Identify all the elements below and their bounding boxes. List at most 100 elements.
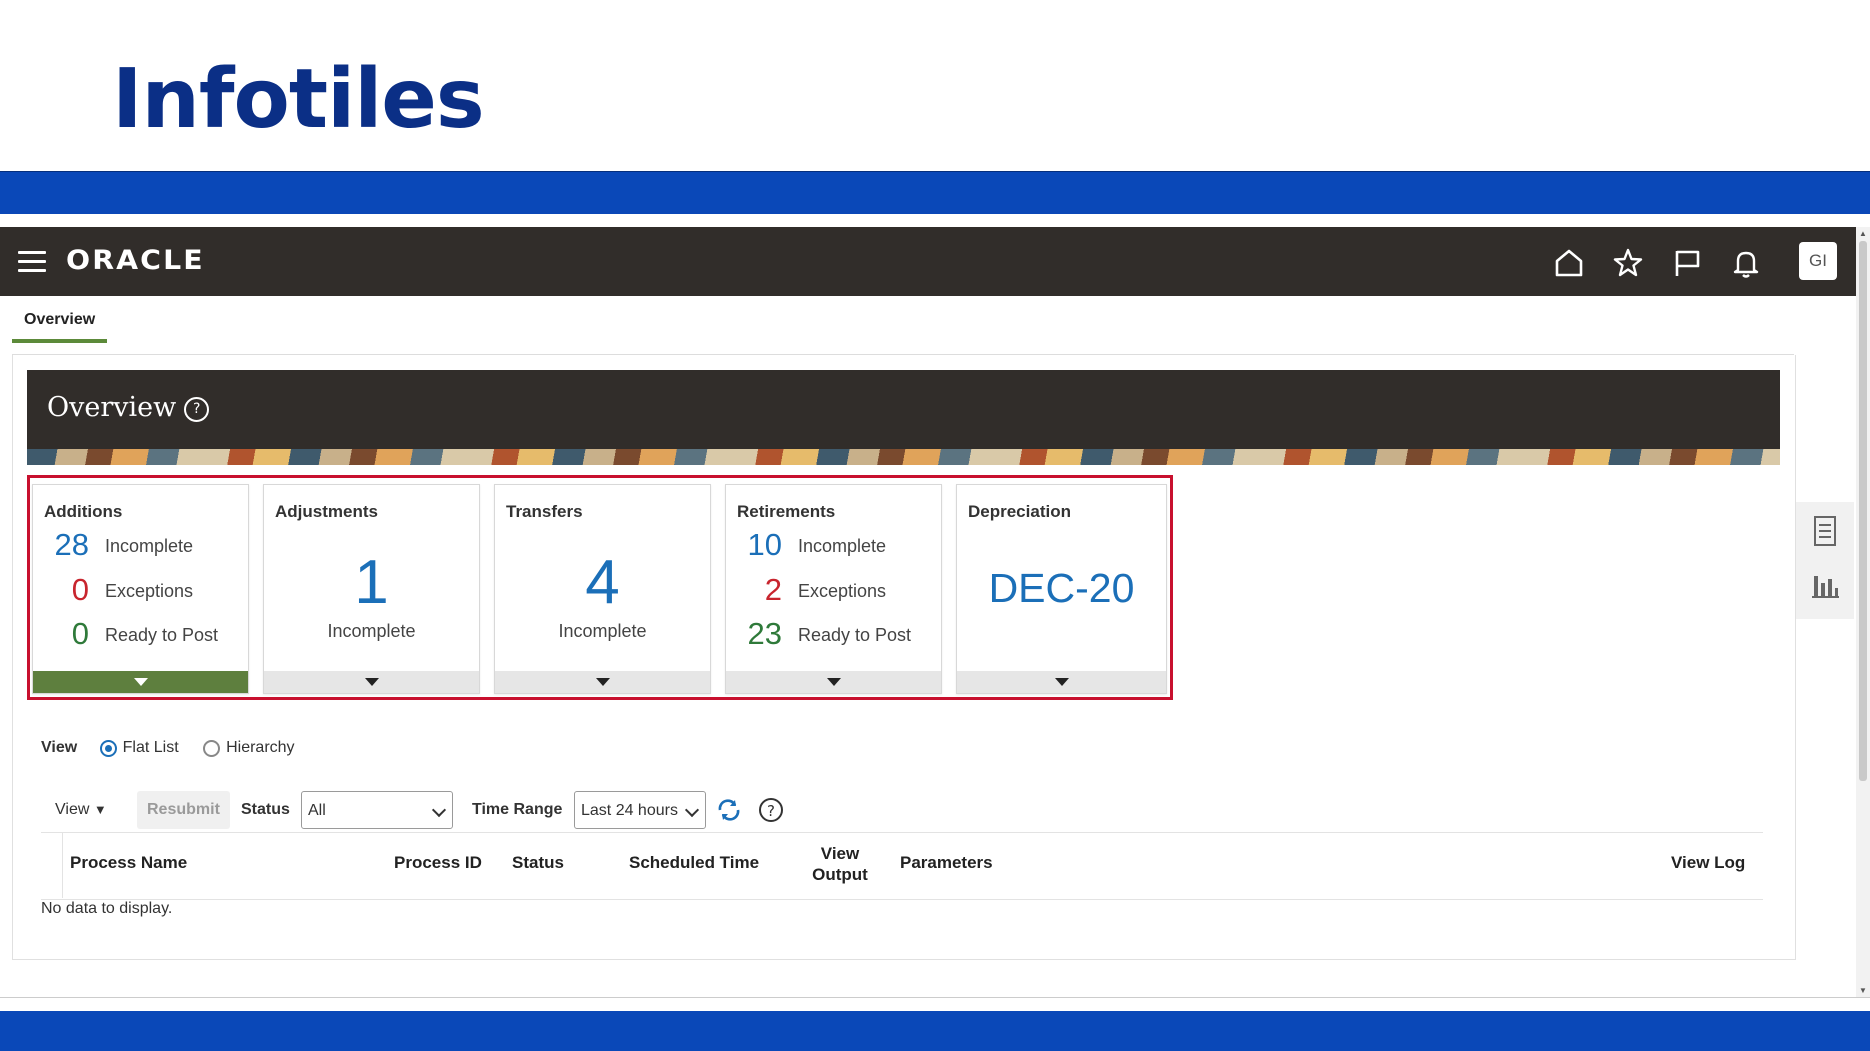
metric-label: Incomplete	[798, 536, 887, 556]
metric-row: 10 Incomplete	[726, 527, 941, 567]
bell-icon[interactable]	[1729, 246, 1763, 280]
oracle-logo[interactable]: ORACLE	[66, 245, 205, 276]
help-icon[interactable]: ?	[759, 798, 783, 822]
help-icon[interactable]: ?	[184, 396, 210, 422]
view-mode-selector: View Flat List Hierarchy	[41, 739, 295, 757]
infotile-adjustments[interactable]: Adjustments 1 Incomplete	[263, 484, 480, 694]
tile-title: Transfers	[506, 502, 583, 521]
time-range-select[interactable]: Last 24 hours	[574, 791, 706, 829]
metric-value: 23	[747, 616, 782, 651]
column-header-process-id[interactable]: Process ID	[394, 853, 482, 873]
metric-label: Exceptions	[105, 581, 194, 601]
tile-title: Retirements	[737, 502, 836, 521]
infotile-additions[interactable]: Additions 28 Incomplete 0 Exceptions 0 R…	[32, 484, 249, 694]
view-menu-label: View	[55, 801, 90, 818]
radio-selected-icon[interactable]	[99, 740, 117, 757]
slide-band-bottom	[0, 1011, 1870, 1051]
app-screenshot: ORACLE GI ▲ ▼ Overview Overview? Additio…	[0, 227, 1870, 998]
status-label: Status	[241, 801, 290, 818]
metric-row: 23 Ready to Post	[726, 616, 941, 656]
metric-row: 28 Incomplete	[33, 527, 248, 567]
column-header-process-name[interactable]: Process Name	[70, 853, 187, 873]
metric-label: Ready to Post	[105, 625, 219, 645]
metric-label: Exceptions	[798, 581, 887, 601]
radio-hierarchy[interactable]: Hierarchy	[203, 739, 295, 757]
metric-value: 4	[585, 548, 620, 617]
overview-banner: Overview?	[27, 370, 1780, 465]
caret-down-icon	[364, 678, 379, 686]
time-range-select-value: Last 24 hours	[581, 802, 678, 819]
tile-expand-bar[interactable]	[957, 671, 1166, 693]
process-table-header: Process Name Process ID Status Scheduled…	[41, 832, 1763, 900]
tile-expand-bar[interactable]	[33, 671, 248, 693]
user-avatar[interactable]: GI	[1799, 242, 1837, 280]
metric-value: 10	[747, 527, 782, 562]
banner-title-text: Overview	[47, 392, 177, 423]
table-column-divider	[62, 832, 63, 898]
metric-value: 28	[54, 527, 89, 562]
metric-label: Incomplete	[558, 621, 647, 641]
column-header-status[interactable]: Status	[512, 853, 564, 873]
tab-overview[interactable]: Overview	[12, 303, 108, 343]
view-menu-button[interactable]: View ▼	[55, 791, 107, 829]
metric-row: 0 Exceptions	[33, 572, 248, 612]
status-select-value: All	[308, 802, 326, 819]
infotiles-highlight-frame: Additions 28 Incomplete 0 Exceptions 0 R…	[27, 475, 1173, 700]
table-empty-message: No data to display.	[41, 900, 173, 917]
bar-chart-icon[interactable]	[1809, 566, 1841, 600]
column-header-view-log[interactable]: View Log	[1671, 853, 1745, 873]
period-value: DEC-20	[988, 565, 1135, 611]
scroll-down-arrow-icon[interactable]: ▼	[1859, 986, 1867, 995]
refresh-icon[interactable]	[716, 798, 742, 822]
infotile-retirements[interactable]: Retirements 10 Incomplete 2 Exceptions 2…	[725, 484, 942, 694]
metric-value: 0	[71, 616, 89, 651]
scroll-thumb[interactable]	[1859, 241, 1867, 781]
view-mode-label: View	[41, 739, 78, 756]
metric-row: 0 Ready to Post	[33, 616, 248, 656]
home-icon[interactable]	[1552, 246, 1586, 280]
hamburger-menu-icon[interactable]	[18, 251, 46, 273]
column-header-view-output[interactable]: View Output	[807, 843, 873, 885]
global-header: ORACLE GI	[0, 227, 1856, 296]
resubmit-button[interactable]: Resubmit	[137, 791, 230, 829]
infotile-depreciation[interactable]: Depreciation DEC-20	[956, 484, 1167, 694]
tile-expand-bar[interactable]	[726, 671, 941, 693]
star-icon[interactable]	[1611, 246, 1645, 280]
tab-bar: Overview	[12, 303, 108, 343]
tile-expand-bar[interactable]	[495, 671, 710, 693]
chevron-down-icon	[431, 802, 447, 818]
column-header-line: View	[820, 844, 860, 863]
metric-value: 2	[764, 572, 782, 607]
radio-label: Flat List	[122, 739, 179, 756]
document-list-icon[interactable]	[1809, 514, 1841, 548]
time-range-label: Time Range	[472, 801, 563, 818]
metric-label: Incomplete	[105, 536, 194, 556]
column-header-scheduled-time[interactable]: Scheduled Time	[629, 853, 759, 873]
side-toolbar	[1795, 502, 1854, 619]
scroll-up-arrow-icon[interactable]: ▲	[1859, 229, 1867, 238]
caret-down-icon	[133, 678, 148, 686]
infotile-transfers[interactable]: Transfers 4 Incomplete	[494, 484, 711, 694]
flag-icon[interactable]	[1670, 246, 1704, 280]
banner-title: Overview?	[47, 392, 210, 423]
metric-row: 2 Exceptions	[726, 572, 941, 612]
slide-title: Infotiles	[112, 52, 485, 147]
tile-title: Additions	[44, 502, 123, 521]
caret-down-icon	[1054, 678, 1069, 686]
column-header-parameters[interactable]: Parameters	[900, 853, 993, 873]
tile-title: Adjustments	[275, 502, 378, 521]
status-select[interactable]: All	[301, 791, 453, 829]
caret-down-icon: ▼	[93, 802, 107, 817]
radio-flat-list[interactable]: Flat List	[99, 739, 179, 757]
tile-title: Depreciation	[968, 502, 1071, 521]
tile-expand-bar[interactable]	[264, 671, 479, 693]
slide-band-top	[0, 171, 1870, 214]
vertical-scrollbar[interactable]: ▲ ▼	[1856, 227, 1870, 997]
metric-label: Incomplete	[327, 621, 416, 641]
chevron-down-icon	[684, 802, 700, 818]
banner-decorative-strip	[27, 449, 1780, 465]
metric-value: 0	[71, 572, 89, 607]
caret-down-icon	[826, 678, 841, 686]
radio-unselected-icon[interactable]	[203, 740, 221, 757]
radio-label: Hierarchy	[226, 739, 295, 756]
